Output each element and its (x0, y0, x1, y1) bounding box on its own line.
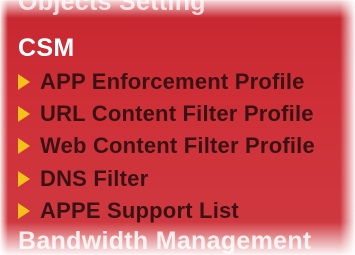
triangle-right-arrow-icon (18, 171, 30, 187)
triangle-right-arrow-icon (18, 138, 30, 154)
menu-item-label: Web Content Filter Profile (40, 133, 315, 158)
section-heading-bandwidth-management[interactable]: Bandwidth Management (18, 227, 312, 255)
menu-item-appe-support-list[interactable]: APPE Support List (18, 196, 239, 226)
menu-item-app-enforcement-profile[interactable]: APP Enforcement Profile (18, 67, 305, 97)
triangle-right-arrow-icon (18, 203, 30, 219)
section-heading-objects-setting[interactable]: Objects Setting (18, 0, 206, 17)
menu-item-label: DNS Filter (40, 166, 149, 191)
triangle-right-arrow-icon (18, 106, 30, 122)
section-heading-csm[interactable]: CSM (18, 34, 74, 63)
menu-item-label: APP Enforcement Profile (40, 69, 305, 94)
menu-item-web-content-filter-profile[interactable]: Web Content Filter Profile (18, 131, 315, 161)
menu-item-dns-filter[interactable]: DNS Filter (18, 164, 148, 194)
menu-item-url-content-filter-profile[interactable]: URL Content Filter Profile (18, 99, 314, 129)
menu-item-label: APPE Support List (40, 198, 239, 223)
menu-item-label: URL Content Filter Profile (40, 101, 314, 126)
menu-screenshot: Objects Setting CSM APP Enforcement Prof… (0, 0, 355, 255)
triangle-right-arrow-icon (18, 74, 30, 90)
